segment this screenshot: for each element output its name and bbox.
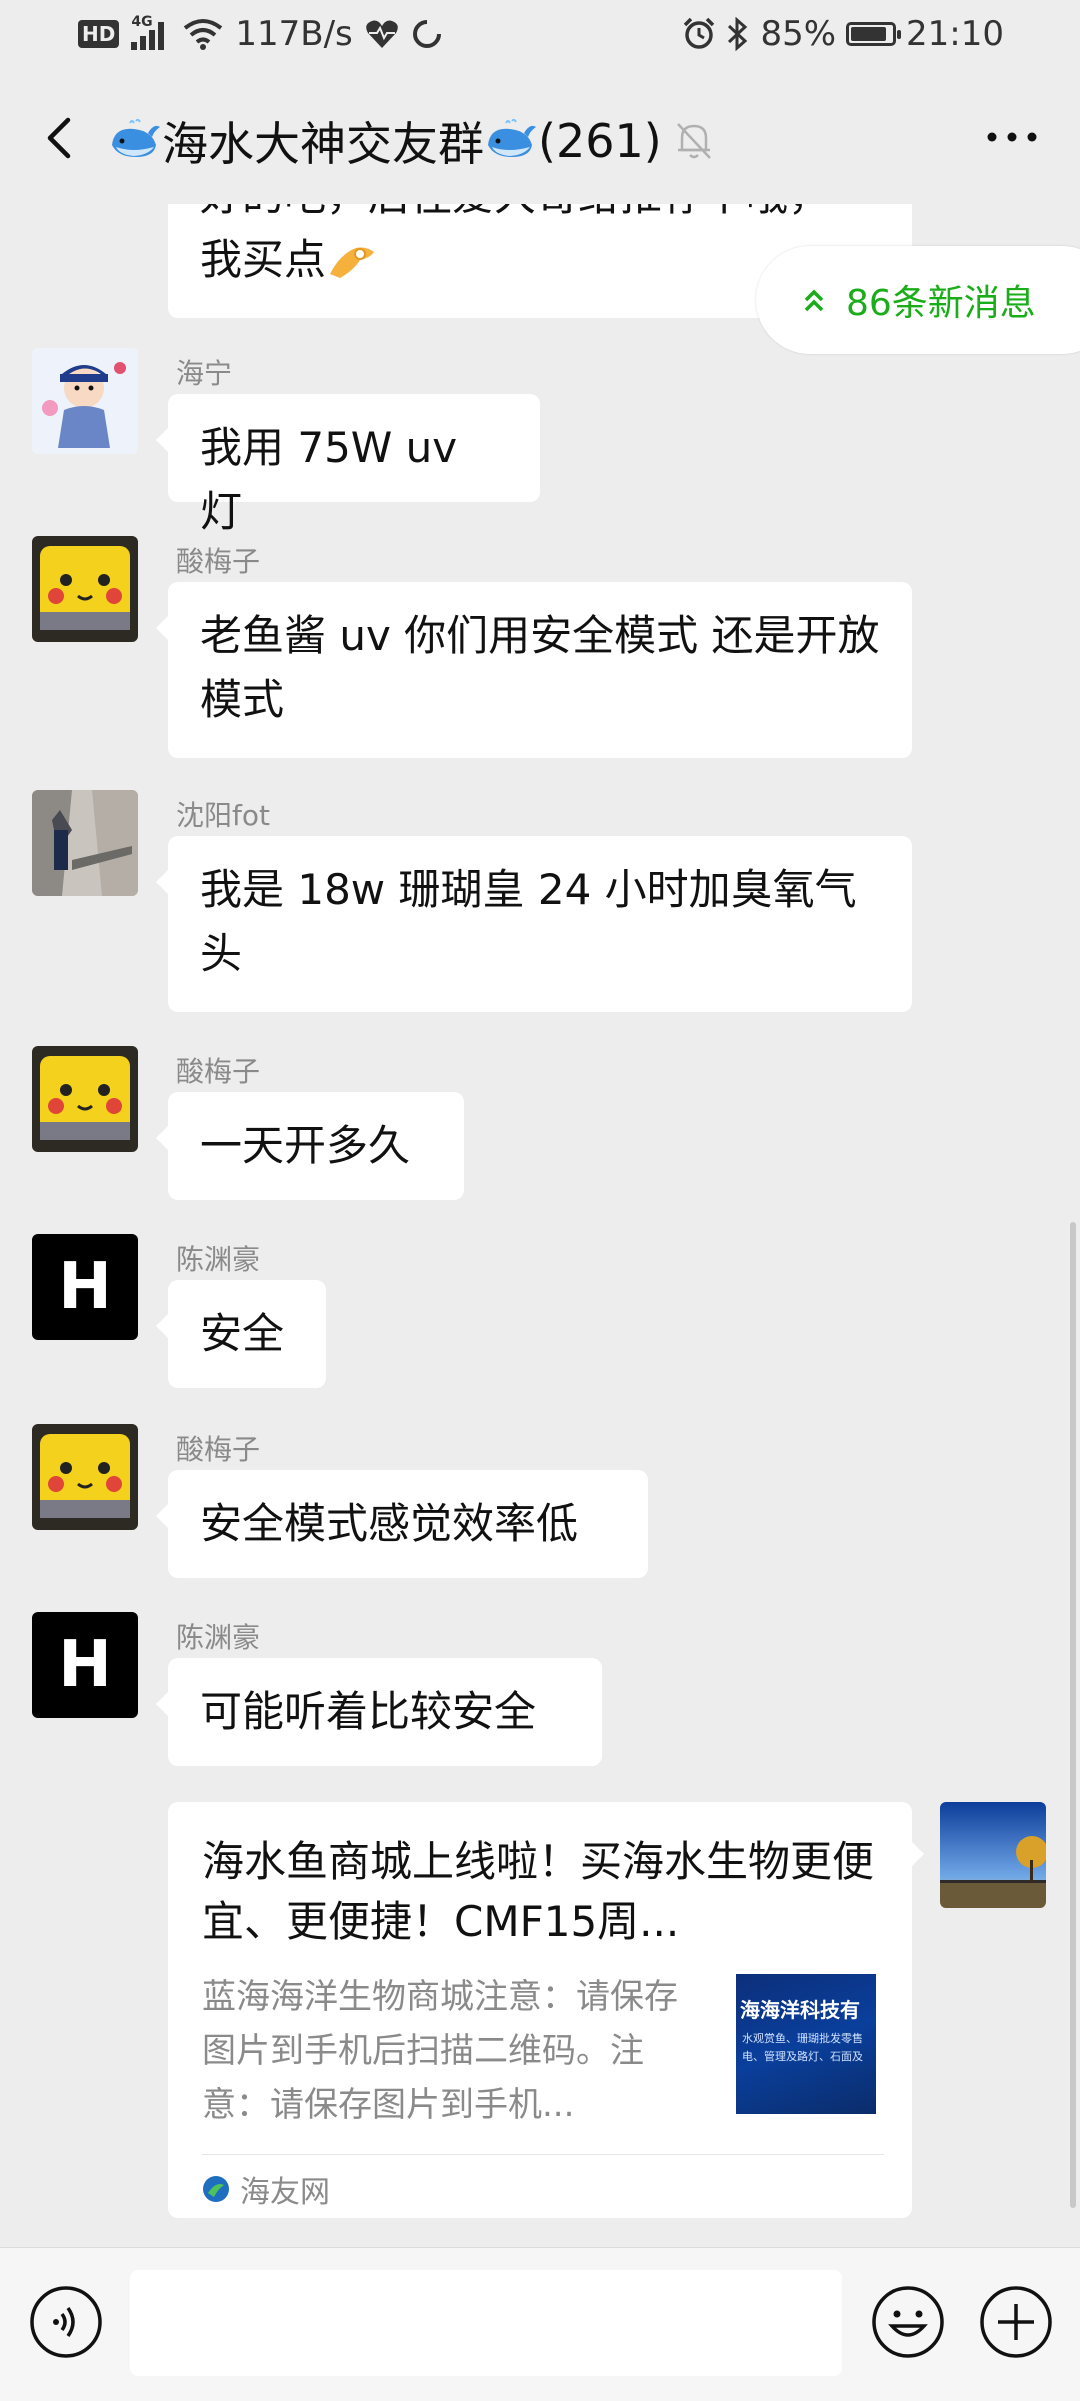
site-logo-icon	[203, 2176, 229, 2202]
avatar[interactable]	[32, 348, 138, 454]
whale-emoji-icon	[488, 119, 536, 157]
ok-hand-emoji-icon	[330, 247, 375, 278]
chat-title-text: 海水大神交友群	[162, 117, 484, 171]
message-bubble[interactable]: 可能听着比较安全	[156, 1658, 602, 1766]
net-speed: 117B/s	[235, 14, 353, 54]
heart-rate-icon	[365, 20, 398, 48]
chat-title: 海水大神交友群 (261)	[108, 108, 662, 174]
battery-percent: 85%	[760, 14, 837, 54]
battery-icon	[846, 22, 902, 46]
landscape-avatar-icon	[940, 1802, 1046, 1908]
sender-name: 酸梅子	[176, 1433, 261, 1466]
avatar[interactable]	[32, 790, 138, 896]
hd-badge: HD	[78, 20, 120, 48]
more-icon[interactable]	[984, 122, 1040, 152]
pikachu-avatar-icon	[32, 1046, 138, 1152]
message-bubble[interactable]: 我是 18w 珊瑚皇 24 小时加臭氧气头	[156, 836, 912, 1012]
avatar[interactable]	[32, 1424, 138, 1530]
scrollbar[interactable]	[1070, 1222, 1076, 2208]
message-text: 安全	[200, 1309, 285, 1358]
avatar[interactable]	[32, 536, 138, 642]
message-text: 好的吧，后径爱大哥给推荐下哦，	[200, 204, 880, 228]
photo-avatar-icon	[32, 790, 138, 896]
clock: 21:10	[906, 14, 1004, 54]
message-text: 我用 75W uv 灯	[200, 423, 458, 536]
sender-name: 陈渊豪	[176, 1243, 261, 1276]
chat-area[interactable]: 好的吧，后径爱大哥给推荐下哦， 我买点 86条新消息 海宁 我用	[0, 204, 1080, 2247]
message-text: 安全模式感觉效率低	[200, 1499, 579, 1548]
sender-name: 酸梅子	[176, 545, 261, 578]
message-text: 老鱼酱 uv 你们用安全模式 还是开放模式	[200, 611, 880, 724]
avatar-letter: H	[58, 1628, 112, 1702]
message-text: 可能听着比较安全	[200, 1687, 537, 1736]
signal-icon: 4G	[131, 14, 171, 50]
bluetooth-icon	[728, 17, 748, 51]
status-left: HD 4G 117B/s	[78, 14, 443, 54]
status-right: 85% 21:10	[682, 14, 1004, 54]
plus-icon[interactable]	[978, 2284, 1054, 2360]
wifi-icon	[184, 19, 223, 50]
message-bubble[interactable]: 一天开多久	[156, 1092, 464, 1200]
avatar[interactable]	[32, 1046, 138, 1152]
sync-icon	[412, 20, 441, 48]
avatar[interactable]: H	[32, 1234, 138, 1340]
link-card-thumbnail: 海海洋科技有 水观赏鱼、珊瑚批发零售 电、管理及路灯、石面及	[736, 1974, 876, 2114]
message-text: 我是 18w 珊瑚皇 24 小时加臭氧气头	[200, 865, 857, 978]
sender-name: 海宁	[176, 357, 233, 390]
voice-icon[interactable]	[28, 2284, 104, 2360]
whale-emoji-icon	[112, 119, 160, 157]
link-card-title: 海水鱼商城上线啦！买海水生物更便宜、更便捷！CMF15周...	[202, 1837, 875, 1946]
pikachu-avatar-icon	[32, 1424, 138, 1530]
sender-name: 沈阳fot	[176, 799, 270, 832]
link-card-description: 蓝海海洋生物商城注意：请保存图片到手机后扫描二维码。注意：请保存图片到手机...	[202, 1977, 678, 2125]
avatar[interactable]: H	[32, 1612, 138, 1718]
cartoon-avatar-icon	[32, 348, 138, 454]
sender-name: 陈渊豪	[176, 1621, 261, 1654]
back-arrow-icon[interactable]	[30, 108, 90, 168]
message-input[interactable]	[130, 2270, 842, 2376]
new-messages-button[interactable]: 86条新消息	[756, 246, 1080, 354]
nav-bar: 海水大神交友群 (261)	[0, 72, 1080, 204]
avatar-letter: H	[58, 1250, 112, 1324]
my-avatar[interactable]	[940, 1802, 1046, 1908]
new-messages-label: 86条新消息	[846, 283, 1036, 324]
mute-bell-icon	[677, 123, 711, 159]
link-card-source: 海友网	[202, 2164, 330, 2214]
sender-name: 酸梅子	[176, 1055, 261, 1088]
message-bubble[interactable]: 安全	[156, 1280, 326, 1388]
message-bubble[interactable]: 安全模式感觉效率低	[156, 1470, 648, 1578]
status-bar: HD 4G 117B/s 85% 21:10	[0, 0, 1080, 72]
link-card-divider	[202, 2154, 884, 2155]
message-text: 一天开多久	[200, 1121, 411, 1170]
emoji-icon[interactable]	[870, 2284, 946, 2360]
member-count: (261)	[538, 114, 662, 168]
message-bubble[interactable]: 老鱼酱 uv 你们用安全模式 还是开放模式	[156, 582, 912, 758]
double-chevron-up-icon	[804, 289, 824, 312]
alarm-icon	[684, 17, 715, 49]
link-card[interactable]: 海水鱼商城上线啦！买海水生物更便宜、更便捷！CMF15周... 蓝海海洋生物商城…	[168, 1802, 924, 2218]
message-bubble[interactable]: 我用 75W uv 灯	[156, 394, 540, 536]
pikachu-avatar-icon	[32, 536, 138, 642]
input-bar	[0, 2247, 1080, 2401]
